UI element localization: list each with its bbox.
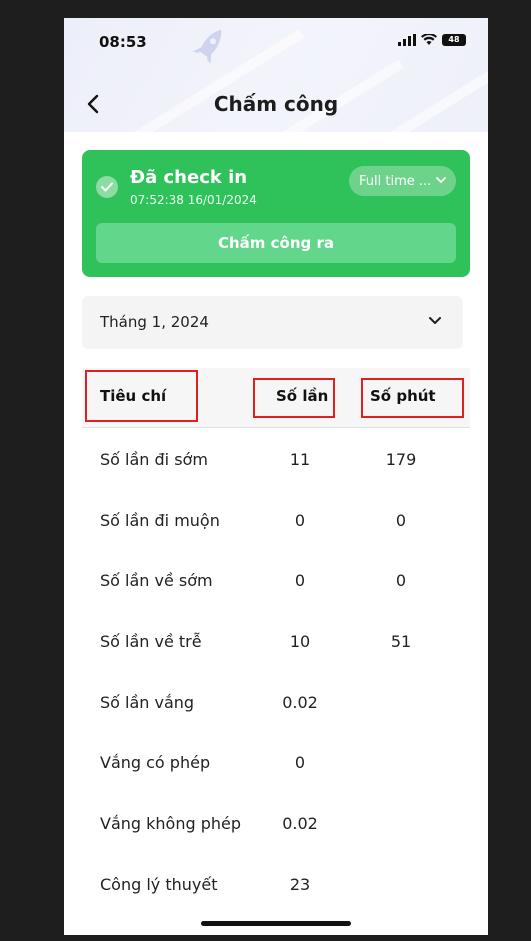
criteria-cell: Số lần đi muộn (100, 510, 220, 530)
table-header: Tiêu chí Số lần Số phút (82, 368, 470, 428)
criteria-cell: Số lần vắng (100, 692, 195, 712)
count-cell: 23 (289, 874, 311, 894)
highlight-box (85, 370, 198, 422)
criteria-cell: Công lý thuyết (100, 874, 218, 894)
checkin-card: Đã check in 07:52:38 16/01/2024 Full tim… (82, 150, 470, 277)
clock: 08:53 (99, 33, 147, 51)
app-screen: 08:53 48 Chấm công Đã check in 07:52:38 … (64, 18, 488, 935)
status-bar: 08:53 48 (64, 18, 488, 66)
chevron-down-icon (429, 317, 441, 324)
check-icon (96, 176, 118, 198)
criteria-cell: Số lần đi sớm (100, 450, 208, 469)
count-cell: 0 (294, 571, 306, 591)
count-cell: 10 (289, 632, 311, 652)
count-cell: 0 (294, 510, 306, 530)
count-cell: 0 (294, 753, 306, 773)
checkout-button[interactable]: Chấm công ra (96, 223, 456, 263)
chevron-down-icon (436, 177, 446, 184)
criteria-cell: Vắng có phép (100, 753, 211, 773)
shift-value: Full time ... (359, 173, 432, 189)
table-row: Vắng không phép 0.02 (82, 792, 470, 853)
highlight-box (253, 378, 335, 418)
table-row: Công lý thuyết 23 (82, 853, 470, 914)
criteria-cell: Số lần về sớm (100, 571, 213, 591)
month-value: Tháng 1, 2024 (100, 313, 209, 331)
wifi-icon (421, 34, 437, 45)
table-row: Số lần đi sớm 11 179 (82, 428, 470, 489)
minutes-cell: 51 (390, 632, 412, 652)
highlight-box (361, 378, 464, 418)
count-cell: 11 (289, 450, 311, 469)
checkin-timestamp: 07:52:38 16/01/2024 (130, 193, 257, 207)
table-row: Vắng có phép 0 (82, 731, 470, 792)
checkin-status: Đã check in (130, 167, 248, 188)
home-indicator[interactable] (201, 921, 351, 926)
criteria-cell: Số lần về trễ (100, 632, 202, 652)
month-dropdown[interactable]: Tháng 1, 2024 (82, 296, 463, 349)
signal-icon (398, 34, 416, 46)
table-row: Số lần về sớm 0 0 (82, 549, 470, 610)
minutes-cell: 0 (395, 510, 407, 530)
battery-icon: 48 (442, 34, 466, 46)
count-cell: 0.02 (282, 692, 318, 712)
minutes-cell: 179 (385, 450, 417, 469)
shift-dropdown[interactable]: Full time ... (349, 166, 456, 196)
nav-bar: Chấm công (64, 84, 488, 124)
minutes-cell: 0 (395, 571, 407, 591)
table-row: Số lần về trễ 10 51 (82, 610, 470, 671)
page-title: Chấm công (213, 92, 339, 116)
table-row: Số lần vắng 0.02 (82, 671, 470, 732)
count-cell: 0.02 (282, 814, 318, 834)
criteria-cell: Vắng không phép (100, 814, 242, 834)
attendance-table: Tiêu chí Số lần Số phút Số lần đi sớm 11… (82, 368, 470, 914)
table-row: Số lần đi muộn 0 0 (82, 489, 470, 550)
